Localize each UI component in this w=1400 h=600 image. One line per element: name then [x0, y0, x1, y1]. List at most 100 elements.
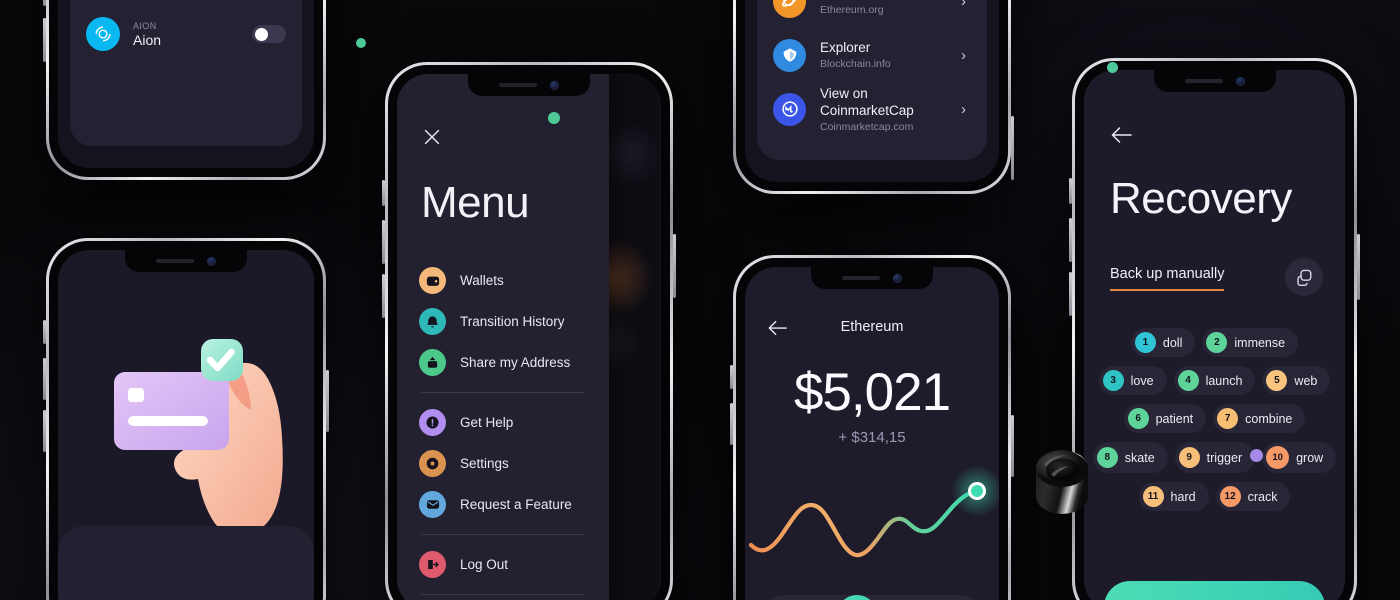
word-text: grow — [1296, 450, 1324, 465]
camera-icon — [893, 273, 902, 283]
history-icon — [419, 308, 446, 335]
coin-name: Aion — [133, 31, 162, 48]
time-range-selector: 24h 1D 1W 1M 1Y All — [763, 595, 981, 600]
word-row: 6 patient 7 combine — [1090, 404, 1339, 433]
aion-icon — [86, 17, 120, 51]
menu-drawer: Menu Wallets Transition History Share my… — [397, 74, 609, 600]
coinmarketcap-icon — [773, 92, 806, 126]
menu-item-label: Get Help — [460, 415, 514, 430]
word-chip-12[interactable]: 12 crack — [1215, 482, 1291, 511]
word-number: 2 — [1206, 332, 1228, 353]
link-row-website[interactable]: Website Ethereum.org › — [773, 0, 971, 28]
menu-list: Wallets Transition History Share my Addr… — [419, 260, 587, 600]
coin-symbol: AION — [133, 20, 157, 31]
link-row-coinmarketcap[interactable]: View on CoinmarketCap Coinmarketcap.com … — [773, 82, 971, 136]
coin-toggle-aion[interactable] — [252, 25, 286, 43]
menu-item-get-help[interactable]: Get Help — [419, 402, 587, 443]
green-accent-dot — [1107, 62, 1118, 73]
menu-item-label: Request a Feature — [460, 497, 572, 512]
price-value: $5,021 — [793, 363, 951, 422]
recovery-words: 1 doll 2 immense 3 love 4 launch 5 web 6… — [1090, 328, 1339, 520]
range-24h[interactable]: 24h — [763, 595, 801, 600]
word-chip-1[interactable]: 1 doll — [1130, 328, 1196, 357]
bottom-sheet — [58, 526, 314, 600]
word-chip-6[interactable]: 6 patient — [1123, 404, 1207, 433]
word-chip-2[interactable]: 2 immense — [1202, 328, 1299, 357]
word-chip-4[interactable]: 4 launch — [1173, 366, 1256, 395]
word-chip-11[interactable]: 11 hard — [1138, 482, 1209, 511]
price-change: + $314,15 — [838, 429, 906, 446]
price-chart — [745, 459, 999, 569]
word-row: 8 skate 9 trigger 10 grow — [1090, 442, 1339, 473]
link-subtitle: Ethereum.org — [820, 4, 884, 16]
word-text: immense — [1234, 335, 1286, 350]
word-number: 9 — [1178, 447, 1200, 468]
word-number: 6 — [1127, 408, 1149, 429]
word-text: love — [1130, 373, 1154, 388]
menu-item-transition-history[interactable]: Transition History — [419, 301, 587, 342]
logout-icon — [419, 551, 446, 578]
word-number: 5 — [1266, 370, 1288, 391]
phone-menu-drawer: Menu Wallets Transition History Share my… — [382, 62, 676, 600]
tab-back-up-manually[interactable]: Back up manually — [1110, 266, 1225, 291]
3d-cylinder-knob-prop — [1022, 442, 1106, 526]
help-icon — [419, 409, 446, 436]
word-chip-7[interactable]: 7 combine — [1213, 404, 1306, 433]
green-accent-dot — [548, 112, 560, 124]
phone-links-list: Website Ethereum.org › Explorer Blockcha… — [733, 0, 1014, 194]
word-number: 7 — [1217, 408, 1239, 429]
camera-icon — [1235, 76, 1245, 86]
notch — [811, 267, 933, 289]
word-number: 3 — [1102, 370, 1124, 391]
menu-item-wallets[interactable]: Wallets — [419, 260, 587, 301]
close-icon[interactable] — [421, 126, 443, 148]
continue-button[interactable]: Continue — [1104, 581, 1325, 600]
range-1d[interactable]: 1D — [803, 595, 837, 600]
word-chip-10[interactable]: 10 grow — [1250, 442, 1337, 473]
word-row: 11 hard 12 crack — [1090, 482, 1339, 511]
word-chip-9[interactable]: 9 trigger — [1174, 442, 1256, 473]
notch — [468, 74, 590, 96]
page-title: Recovery — [1110, 174, 1292, 223]
copy-icon[interactable] — [1285, 258, 1323, 296]
links-card: Website Ethereum.org › Explorer Blockcha… — [757, 0, 987, 160]
range-all[interactable]: All — [948, 595, 980, 600]
word-chip-5[interactable]: 5 web — [1262, 366, 1331, 395]
word-number: 11 — [1142, 486, 1164, 507]
chevron-right-icon: › — [961, 100, 966, 118]
word-text: hard — [1170, 489, 1196, 504]
word-number: 4 — [1177, 370, 1199, 391]
range-1y[interactable]: 1Y — [914, 595, 947, 600]
word-text: patient — [1155, 411, 1194, 426]
chevron-right-icon: › — [961, 46, 966, 64]
phone-ethereum-price: Ethereum $5,021 + $314,15 — [730, 255, 1014, 600]
wallet-icon — [419, 267, 446, 294]
range-1m[interactable]: 1M — [878, 595, 913, 600]
word-number: 10 — [1266, 446, 1290, 469]
link-subtitle: Blockchain.info — [820, 58, 891, 70]
link-title: Explorer — [820, 40, 871, 55]
word-chip-3[interactable]: 3 love — [1098, 366, 1167, 395]
menu-item-request-a-feature[interactable]: Request a Feature — [419, 484, 587, 525]
chevron-right-icon: › — [961, 0, 966, 10]
share-icon — [419, 349, 446, 376]
menu-item-share-my-address[interactable]: Share my Address — [419, 342, 587, 383]
phone-coin-list: BNB AE Aeternity — [43, 0, 326, 180]
link-row-explorer[interactable]: Explorer Blockchain.info › — [773, 28, 971, 82]
menu-item-label: Log Out — [460, 557, 509, 572]
word-number: 12 — [1219, 486, 1241, 507]
menu-item-settings[interactable]: Settings — [419, 443, 587, 484]
word-text: launch — [1205, 373, 1243, 388]
menu-item-log-out[interactable]: Log Out — [419, 544, 587, 585]
word-row: 3 love 4 launch 5 web — [1090, 366, 1339, 395]
back-button[interactable] — [1110, 126, 1134, 144]
range-1w[interactable]: 1W — [837, 595, 878, 600]
green-accent-dot — [356, 38, 366, 48]
phone-recovery: Recovery Back up manually 1 doll 2 immen… — [1069, 58, 1360, 600]
coin-row-aion[interactable]: AION Aion — [86, 4, 286, 64]
menu-item-label: Settings — [460, 456, 509, 471]
camera-icon — [207, 256, 216, 266]
selection-dot-icon — [1250, 449, 1264, 462]
word-number: 1 — [1134, 332, 1156, 353]
word-text: doll — [1162, 335, 1183, 350]
